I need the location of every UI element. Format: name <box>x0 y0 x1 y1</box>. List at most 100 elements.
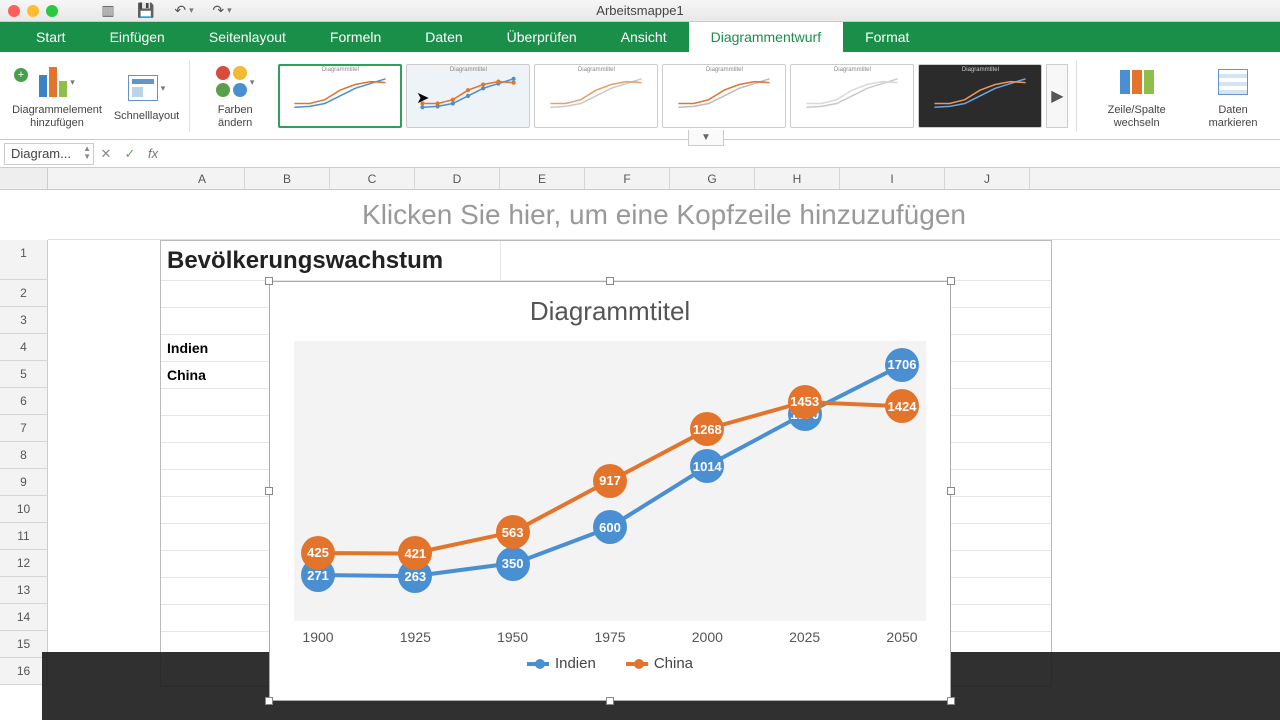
tab-formulas[interactable]: Formeln <box>308 22 403 52</box>
row-15[interactable]: 15 <box>0 631 48 658</box>
chart-object[interactable]: Diagrammtitel 27126335060010141370170642… <box>269 281 951 701</box>
col-G[interactable]: G <box>670 168 755 189</box>
row-5[interactable]: 5 <box>0 361 48 388</box>
page-header-hint[interactable]: Klicken Sie hier, um eine Kopfzeile hinz… <box>48 190 1280 240</box>
change-colors-label: Farben ändern <box>206 104 265 129</box>
col-D[interactable]: D <box>415 168 500 189</box>
chart-x-tick: 2050 <box>886 629 917 645</box>
style-gallery-more[interactable]: ▼ <box>688 130 724 146</box>
resize-handle[interactable] <box>947 277 955 285</box>
tab-format[interactable]: Format <box>843 22 931 52</box>
chart-data-point[interactable]: 350 <box>496 547 530 581</box>
row-9[interactable]: 9 <box>0 469 48 496</box>
resize-handle[interactable] <box>265 277 273 285</box>
col-C[interactable]: C <box>330 168 415 189</box>
chart-data-point[interactable]: 600 <box>593 510 627 544</box>
row-6[interactable]: 6 <box>0 388 48 415</box>
ribbon-tabs: Start Einfügen Seitenlayout Formeln Date… <box>0 22 1280 52</box>
chart-style-1[interactable]: Diagrammtitel <box>278 64 402 128</box>
row-3[interactable]: 3 <box>0 307 48 334</box>
tab-view[interactable]: Ansicht <box>599 22 689 52</box>
resize-handle[interactable] <box>947 487 955 495</box>
tab-review[interactable]: Überprüfen <box>485 22 599 52</box>
change-colors-button[interactable]: ▾ Farben ändern <box>200 62 271 129</box>
cancel-formula-icon[interactable]: ✕ <box>94 146 118 162</box>
chart-style-gallery: Diagrammtitel Diagrammtitel Diagrammtite… <box>278 64 1068 128</box>
chart-x-tick: 1925 <box>400 629 431 645</box>
separator <box>1076 60 1077 132</box>
workbook-title: Arbeitsmappe1 <box>596 3 683 18</box>
switch-rowcol-label: Zeile/Spalte wechseln <box>1093 104 1180 129</box>
resize-handle[interactable] <box>606 277 614 285</box>
chart-data-point[interactable]: 563 <box>496 515 530 549</box>
chart-data-point[interactable]: 425 <box>301 536 335 570</box>
undo-icon[interactable]: ↶▾ <box>174 2 194 20</box>
row-8[interactable]: 8 <box>0 442 48 469</box>
chart-data-point[interactable]: 1706 <box>885 348 919 382</box>
chart-data-point[interactable]: 421 <box>398 536 432 570</box>
save-icon[interactable]: 💾 <box>136 2 156 20</box>
style-gallery-next[interactable]: ▶ <box>1046 64 1068 128</box>
switch-rowcol-button[interactable]: Zeile/Spalte wechseln <box>1087 62 1186 129</box>
tab-chartdesign[interactable]: Diagrammentwurf <box>689 22 843 52</box>
row-1[interactable]: 1 <box>0 240 48 280</box>
select-all-corner[interactable] <box>0 168 48 189</box>
chart-title[interactable]: Diagrammtitel <box>270 282 950 333</box>
maximize-icon[interactable] <box>46 5 58 17</box>
col-I[interactable]: I <box>840 168 945 189</box>
col-F[interactable]: F <box>585 168 670 189</box>
row-11[interactable]: 11 <box>0 523 48 550</box>
row-7[interactable]: 7 <box>0 415 48 442</box>
row-headers: 1 2 3 4 5 6 7 8 9 10 11 12 13 14 15 16 <box>0 240 48 685</box>
name-box[interactable]: Diagram... ▲▼ <box>4 143 94 165</box>
window-controls <box>8 5 58 17</box>
tab-start[interactable]: Start <box>14 22 88 52</box>
accept-formula-icon[interactable]: ✓ <box>118 146 142 162</box>
worksheet: A B C D E F G H I J Klicken Sie hier, um… <box>0 168 1280 687</box>
close-icon[interactable] <box>8 5 20 17</box>
chart-style-4[interactable]: Diagrammtitel <box>662 64 786 128</box>
chart-data-point[interactable]: 1424 <box>885 389 919 423</box>
col-J[interactable]: J <box>945 168 1030 189</box>
chart-data-point[interactable]: 1453 <box>788 385 822 419</box>
chart-x-tick: 2025 <box>789 629 820 645</box>
legend-indien: Indien <box>527 655 596 672</box>
resize-handle[interactable] <box>606 697 614 705</box>
row-13[interactable]: 13 <box>0 577 48 604</box>
tab-insert[interactable]: Einfügen <box>88 22 187 52</box>
chart-style-3[interactable]: Diagrammtitel <box>534 64 658 128</box>
page-layout-icon[interactable]: ▥ <box>98 2 118 20</box>
select-data-button[interactable]: Daten markieren <box>1194 62 1272 129</box>
redo-icon[interactable]: ↷▾ <box>212 2 232 20</box>
chart-data-point[interactable]: 1268 <box>690 412 724 446</box>
chart-data-point[interactable]: 917 <box>593 464 627 498</box>
separator <box>189 60 190 132</box>
row-14[interactable]: 14 <box>0 604 48 631</box>
chart-style-2[interactable]: Diagrammtitel <box>406 64 530 128</box>
cell-A1[interactable]: Bevölkerungswachstum <box>161 241 501 280</box>
chart-style-6[interactable]: Diagrammtitel <box>918 64 1042 128</box>
chart-data-point[interactable]: 1014 <box>690 449 724 483</box>
resize-handle[interactable] <box>265 487 273 495</box>
tab-pagelayout[interactable]: Seitenlayout <box>187 22 308 52</box>
resize-handle[interactable] <box>947 697 955 705</box>
col-B[interactable]: B <box>245 168 330 189</box>
add-chart-element-button[interactable]: + ▾ Diagrammelement hinzufügen <box>8 62 106 129</box>
col-A[interactable]: A <box>160 168 245 189</box>
tab-data[interactable]: Daten <box>403 22 484 52</box>
row-10[interactable]: 10 <box>0 496 48 523</box>
col-H[interactable]: H <box>755 168 840 189</box>
fx-icon[interactable]: fx <box>148 146 158 161</box>
quick-access-toolbar: ▥ 💾 ↶▾ ↷▾ <box>98 2 232 20</box>
row-16[interactable]: 16 <box>0 658 48 685</box>
row-12[interactable]: 12 <box>0 550 48 577</box>
row-4[interactable]: 4 <box>0 334 48 361</box>
chart-style-5[interactable]: Diagrammtitel <box>790 64 914 128</box>
resize-handle[interactable] <box>265 697 273 705</box>
layout-icon <box>128 75 158 101</box>
row-2[interactable]: 2 <box>0 280 48 307</box>
col-E[interactable]: E <box>500 168 585 189</box>
quick-layout-button[interactable]: ▾ Schnelllayout <box>114 68 179 123</box>
minimize-icon[interactable] <box>27 5 39 17</box>
chart-plot-area[interactable]: 2712633506001014137017064254215639171268… <box>294 341 926 621</box>
